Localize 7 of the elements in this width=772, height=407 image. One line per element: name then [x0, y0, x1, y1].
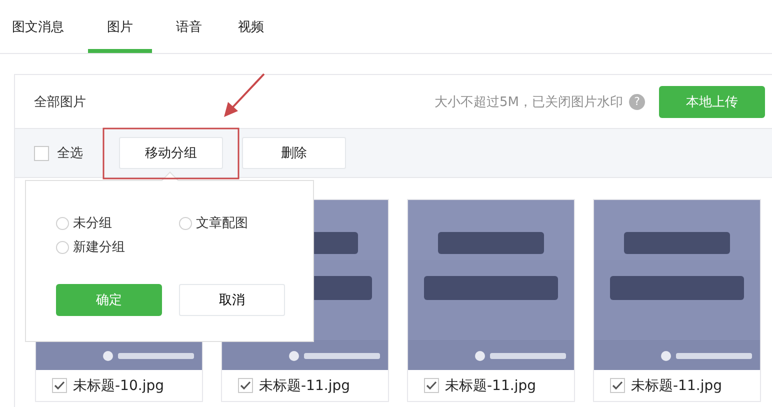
file-name: 未标题-11.jpg [259, 376, 350, 394]
file-name: 未标题-11.jpg [445, 376, 536, 394]
file-name: 未标题-11.jpg [631, 376, 722, 394]
section-title: 全部图片 [34, 94, 87, 110]
hint-text: 大小不超过5M，已关闭图片水印 [434, 94, 623, 110]
checkbox-label: 全选 [57, 145, 83, 162]
file-name: 未标题-10.jpg [73, 376, 164, 394]
